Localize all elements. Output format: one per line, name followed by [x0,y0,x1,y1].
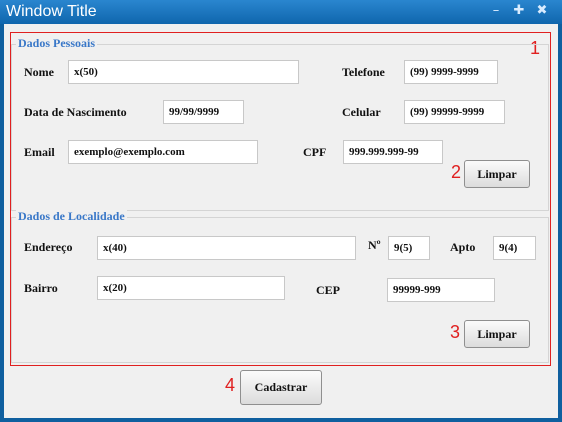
apto-label: Apto [450,240,476,254]
email-label: Email [24,145,55,159]
cep-input[interactable]: 99999-999 [387,278,495,302]
annotation-number-3: 3 [450,322,461,342]
annotation-number-4: 4 [225,375,236,395]
celular-label: Celular [342,105,381,119]
bairro-label: Bairro [24,281,58,295]
maximize-icon[interactable]: ✚ [510,3,528,19]
numero-input[interactable]: 9(5) [388,236,430,260]
endereco-label: Endereço [24,240,73,254]
group-title-localidade: Dados de Localidade [16,209,127,224]
nome-label: Nome [24,65,54,79]
telefone-input[interactable]: (99) 9999-9999 [404,60,498,84]
minimize-icon[interactable]: – [487,3,505,19]
app-window: Window Title – ✚ ✖ 1 Dados Pessoais Nome… [0,0,562,422]
cadastrar-button[interactable]: Cadastrar [240,370,322,405]
close-icon[interactable]: ✖ [533,3,551,19]
cpf-input[interactable]: 999.999.999-99 [343,140,443,164]
celular-input[interactable]: (99) 99999-9999 [404,100,505,124]
limpar-localidade-button[interactable]: Limpar [464,320,530,348]
annotation-number-2: 2 [451,162,462,182]
email-input[interactable]: exemplo@exemplo.com [68,140,258,164]
nome-input[interactable]: x(50) [68,60,299,84]
bairro-input[interactable]: x(20) [97,276,285,300]
cpf-label: CPF [303,145,327,159]
cep-label: CEP [316,283,340,297]
apto-input[interactable]: 9(4) [493,236,536,260]
limpar-pessoais-button[interactable]: Limpar [464,160,530,188]
endereco-input[interactable]: x(40) [97,236,356,260]
nascimento-input[interactable]: 99/99/9999 [163,100,244,124]
telefone-label: Telefone [342,65,385,79]
window-title: Window Title [6,3,97,20]
group-title-pessoais: Dados Pessoais [16,36,98,51]
numero-label: Nº [368,238,381,252]
window-content: 1 Dados Pessoais Nome x(50) Telefone (99… [4,24,558,418]
title-bar[interactable]: Window Title – ✚ ✖ [0,0,562,24]
nascimento-label: Data de Nascimento [24,105,127,119]
